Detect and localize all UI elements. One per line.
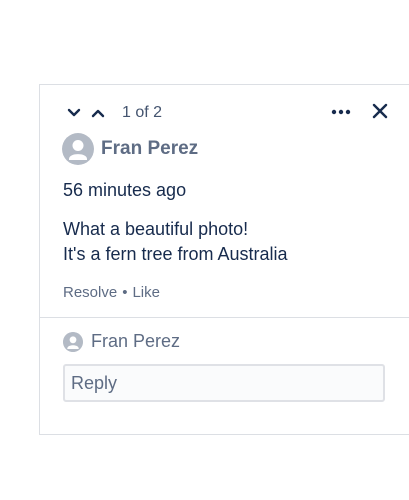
comment-panel: 1 of 2 Fran Perez 56 minutes ago What a …	[39, 84, 409, 435]
comment-author: Fran Perez	[62, 133, 198, 165]
comment-timestamp: 56 minutes ago	[63, 180, 187, 200]
divider	[40, 317, 409, 318]
user-avatar-icon	[62, 133, 94, 165]
user-avatar-icon	[63, 331, 83, 352]
chevron-down-icon[interactable]	[64, 103, 84, 123]
comment-body-line: What a beautiful photo!	[63, 219, 249, 239]
reply-author-name: Fran Perez	[91, 331, 181, 351]
comment-counter: 1 of 2	[122, 104, 163, 121]
reply-author: Fran Perez	[63, 331, 180, 352]
close-icon[interactable]	[370, 101, 390, 121]
chevron-up-icon[interactable]	[88, 103, 108, 123]
comment-body: What a beautiful photo! It's a fern tree…	[63, 217, 288, 267]
author-name[interactable]: Fran Perez	[101, 138, 198, 160]
reply-input[interactable]	[63, 364, 385, 402]
resolve-link[interactable]: Resolve	[63, 284, 117, 301]
comment-actions: Resolve • Like	[63, 284, 160, 301]
action-separator: •	[122, 284, 128, 301]
like-link[interactable]: Like	[132, 284, 160, 301]
comment-navigation: 1 of 2	[64, 103, 162, 123]
comment-body-line: It's a fern tree from Australia	[63, 244, 288, 264]
more-horizontal-icon[interactable]	[330, 105, 352, 119]
